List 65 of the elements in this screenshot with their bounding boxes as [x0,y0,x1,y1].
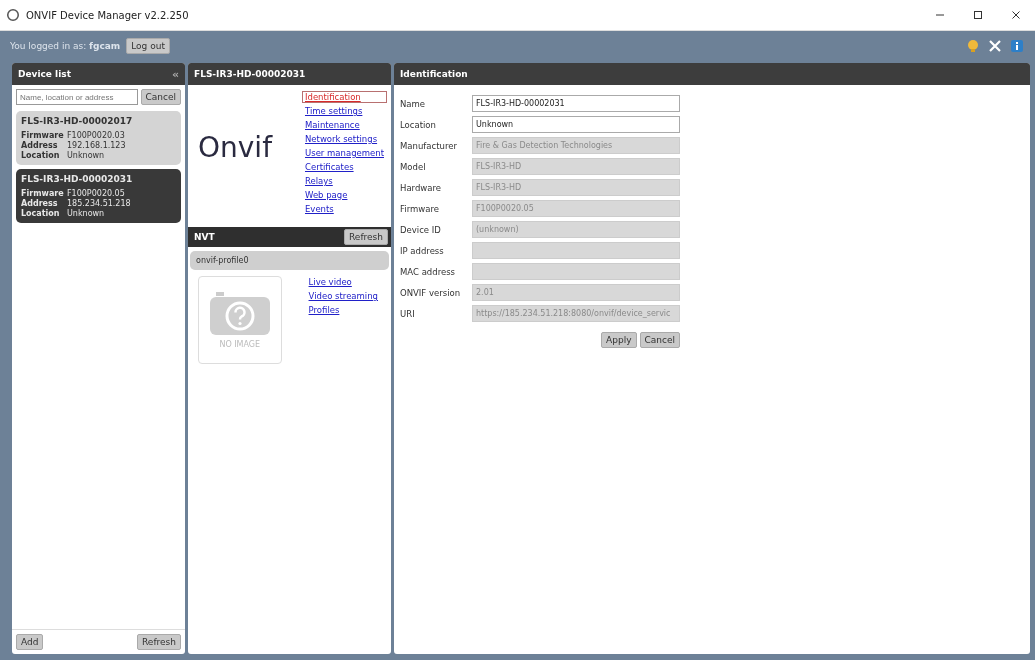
menu-link[interactable]: Live video [305,276,381,288]
onvif-logo: Onvif [198,131,274,164]
input-field[interactable]: FLS-IR3-HD-00002031 [472,95,680,112]
cancel-button[interactable]: Cancel [639,332,680,348]
panel-title: Device list [18,69,71,79]
cancel-button[interactable]: Cancel [140,89,181,105]
field-label: Address [21,141,59,150]
logout-button[interactable]: Log out [126,38,170,54]
menu-link[interactable]: Certificates [302,161,387,173]
field-label: Location [21,209,61,218]
no-image-text: NO IMAGE [219,339,261,349]
profile-header: onvif-profile0 [190,251,389,270]
menu-link[interactable]: Identification [302,91,387,103]
search-field[interactable]: Name, location or address [16,89,138,105]
field-label: Name [400,98,427,109]
field-label: Location [400,119,437,130]
device-card[interactable]: FLS-IR3-HD-00002031 Firmware F100P0020.05 Address 185.234.51.218 Location Unknown [16,169,181,223]
field-label: Hardware [400,182,443,193]
panel-title: FLS-IR3-HD-00002031 [194,69,306,79]
device-name: FLS-IR3-HD-00002017 [21,116,134,126]
menu-link[interactable]: Maintenance [302,119,387,131]
field-label: Manufacturer [400,140,458,151]
lightbulb-icon[interactable] [965,38,981,54]
field-label: Device ID [400,224,442,235]
app-icon [6,8,20,22]
menu-link[interactable]: Time settings [302,105,387,117]
field-label: Firmware [21,131,63,140]
field-label: Location [21,151,61,160]
device-name: FLS-IR3-HD-00002031 [21,174,134,184]
menu-link[interactable]: Network settings [302,133,387,145]
field-label: Firmware [400,203,440,214]
field-label: MAC address [400,266,457,277]
info-icon[interactable] [1009,38,1025,54]
add-button[interactable]: Add [16,634,44,650]
field-label: IP address [400,245,445,256]
panel-title: Identification [400,69,468,79]
collapse-icon[interactable]: « [171,67,179,81]
input-field[interactable]: Unknown [472,116,680,133]
field-label: Firmware [21,189,63,198]
field-label: Address [21,199,59,208]
menu-link[interactable]: Web page [302,189,387,201]
close-icon[interactable] [1011,10,1021,20]
field-value: Unknown [67,151,105,160]
maximize-icon[interactable] [973,10,983,20]
field-label: URI [400,308,416,319]
refresh-button[interactable]: Refresh [344,229,388,245]
window-title: ONVIF Device Manager v2.2.250 [26,9,189,21]
section-title: NVT [194,232,215,242]
field-value: Unknown [67,209,105,218]
field-label: ONVIF version [400,287,462,298]
camera-question-icon [209,291,270,336]
refresh-button[interactable]: Refresh [137,634,181,650]
field-value: 185.234.51.218 [67,199,131,208]
menu-link[interactable]: Events [302,203,387,215]
apply-button[interactable]: Apply [601,332,637,348]
menu-link[interactable]: Relays [302,175,387,187]
field-value: F100P0020.05 [67,189,125,198]
device-card[interactable]: FLS-IR3-HD-00002017 Firmware F100P0020.03 Address 192.168.1.123 Location Unknown [16,111,181,165]
menu-link[interactable]: Profiles [305,304,381,316]
field-label: Model [400,161,427,172]
field-value: F100P0020.03 [67,131,125,140]
menu-link[interactable]: Video streaming [305,290,381,302]
menu-link[interactable]: User management [302,147,387,159]
field-value: 192.168.1.123 [67,141,126,150]
login-status: You logged in as: fgcam [10,41,121,51]
